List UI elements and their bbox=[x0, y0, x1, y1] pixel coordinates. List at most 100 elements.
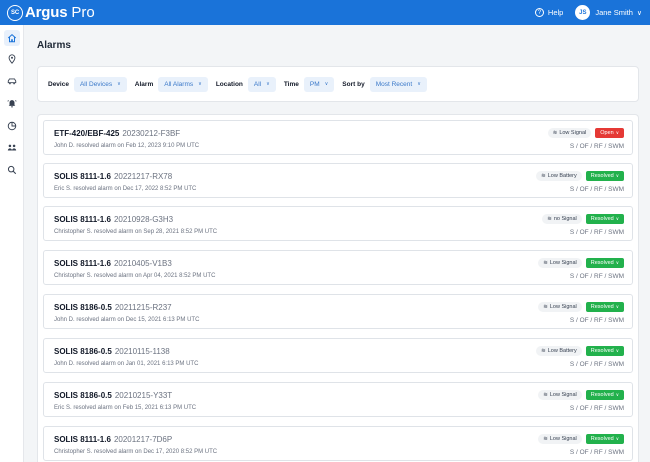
nav-alarms[interactable] bbox=[4, 95, 20, 111]
status-dropdown[interactable]: Open ∨ bbox=[595, 128, 624, 138]
alarm-card[interactable]: SOLIS 8186-0.5 20210215-Y33T Eric S. reso… bbox=[43, 382, 633, 417]
status-dropdown[interactable]: Resolved ∨ bbox=[585, 214, 624, 224]
device-filter-value: All Devices bbox=[79, 80, 113, 88]
brand-logo[interactable]: SC Argus Pro bbox=[7, 4, 95, 21]
device-filter-select[interactable]: All Devices ∨ bbox=[73, 76, 127, 92]
status-dropdown[interactable]: Resolved ∨ bbox=[585, 302, 624, 312]
nav-home[interactable] bbox=[4, 30, 20, 46]
resolution-text: Eric S. resolved alarm on Dec 17, 2022 8… bbox=[54, 186, 197, 192]
alarm-codes: S / OF / RF / SWM bbox=[569, 143, 624, 150]
nav-analytics[interactable] bbox=[4, 118, 20, 134]
chevron-down-icon: ∨ bbox=[636, 9, 642, 17]
alarm-codes: S / OF / RF / SWM bbox=[569, 186, 624, 193]
signal-label: Low Signal bbox=[549, 392, 577, 398]
device-name: SOLIS 8186-0.5 bbox=[54, 391, 112, 400]
location-filter-value: All bbox=[253, 80, 262, 88]
alarm-id: 20210115-1138 bbox=[114, 347, 170, 356]
nav-vehicles[interactable] bbox=[4, 73, 20, 89]
signal-label: Low Signal bbox=[549, 304, 577, 310]
location-filter-label: Location bbox=[215, 80, 243, 88]
brand-name: Argus bbox=[25, 4, 68, 21]
alarm-card[interactable]: ETF-420/EBF-425 20230212-F3BF John D. res… bbox=[43, 120, 633, 155]
device-name: SOLIS 8111-1.6 bbox=[54, 215, 111, 224]
alarm-id: 20211215-R237 bbox=[114, 303, 172, 312]
status-dropdown[interactable]: Resolved ∨ bbox=[585, 346, 624, 356]
nav-search[interactable] bbox=[4, 162, 20, 178]
nav-users[interactable] bbox=[4, 140, 20, 156]
alarm-card[interactable]: SOLIS 8111-1.6 20221217-RX78 Eric S. reso… bbox=[43, 163, 633, 198]
alarm-title: SOLIS 8111-1.6 20201217-7D6P bbox=[54, 435, 172, 444]
nav-locations[interactable] bbox=[4, 51, 20, 67]
alarm-codes: S / OF / RF / SWM bbox=[569, 229, 624, 236]
location-filter-select[interactable]: All ∨ bbox=[247, 76, 276, 92]
home-icon bbox=[7, 33, 17, 43]
signal-label: Low Signal bbox=[559, 130, 587, 136]
chevron-down-icon: ∨ bbox=[615, 260, 619, 265]
chevron-down-icon: ∨ bbox=[615, 436, 619, 441]
analytics-icon bbox=[7, 121, 17, 131]
resolution-text: Christopher S. resolved alarm on Sep 28,… bbox=[54, 229, 218, 235]
alarm-card[interactable]: SOLIS 8111-1.6 20201217-7D6P Christopher … bbox=[43, 426, 633, 461]
resolution-text: Eric S. resolved alarm on Feb 15, 2021 6… bbox=[54, 405, 197, 411]
alarm-codes: S / OF / RF / SWM bbox=[569, 317, 624, 324]
status-label: Resolved bbox=[590, 392, 614, 398]
wifi-icon: ≋ bbox=[543, 304, 548, 310]
wifi-icon: ≋ bbox=[543, 260, 548, 266]
chevron-down-icon: ∨ bbox=[615, 304, 619, 309]
alarm-card[interactable]: SOLIS 8111-1.6 20210405-V1B3 Christopher … bbox=[43, 250, 633, 285]
alarm-card[interactable]: SOLIS 8186-0.5 20210115-1138 John D. reso… bbox=[43, 338, 633, 373]
brand-seal-icon: SC bbox=[7, 4, 23, 21]
alarm-title: SOLIS 8111-1.6 20210405-V1B3 bbox=[54, 259, 172, 268]
signal-badge: ≋ no Signal bbox=[542, 214, 582, 224]
sort-select[interactable]: Most Recent ∨ bbox=[369, 76, 427, 92]
device-name: SOLIS 8111-1.6 bbox=[54, 435, 111, 444]
status-label: Resolved bbox=[590, 173, 614, 179]
signal-label: Low Battery bbox=[547, 173, 577, 179]
status-dropdown[interactable]: Resolved ∨ bbox=[585, 258, 624, 268]
location-icon bbox=[8, 54, 16, 64]
alarm-id: 20210215-Y33T bbox=[114, 391, 173, 400]
alarm-bell-icon bbox=[7, 100, 17, 108]
device-name: SOLIS 8186-0.5 bbox=[54, 347, 112, 356]
chevron-down-icon: ∨ bbox=[615, 392, 619, 397]
avatar: JS bbox=[575, 5, 591, 20]
status-label: Resolved bbox=[590, 216, 614, 222]
side-nav bbox=[0, 25, 24, 462]
status-dropdown[interactable]: Resolved ∨ bbox=[585, 434, 624, 444]
user-name: Jane Smith bbox=[595, 8, 633, 17]
alarm-filter-select[interactable]: All Alarms ∨ bbox=[158, 76, 208, 92]
alarm-title: SOLIS 8111-1.6 20221217-RX78 bbox=[54, 172, 172, 181]
alarm-filter-label: Alarm bbox=[134, 80, 154, 88]
resolution-text: Christopher S. resolved alarm on Apr 04,… bbox=[54, 273, 216, 279]
status-label: Resolved bbox=[590, 260, 614, 266]
alarm-filter-value: All Alarms bbox=[164, 80, 194, 88]
chevron-down-icon: ∨ bbox=[266, 81, 270, 87]
alarm-badges: ≋ Low Signal Open ∨ bbox=[547, 128, 624, 138]
search-icon bbox=[7, 165, 17, 175]
help-button[interactable]: ? Help bbox=[534, 8, 563, 17]
status-dropdown[interactable]: Resolved ∨ bbox=[585, 390, 624, 400]
alarm-badges: ≋ Low Signal Resolved ∨ bbox=[538, 302, 624, 312]
users-icon bbox=[7, 144, 17, 151]
device-name: SOLIS 8186-0.5 bbox=[54, 303, 112, 312]
device-name: SOLIS 8111-1.6 bbox=[54, 172, 111, 181]
wifi-icon: ≋ bbox=[541, 348, 546, 354]
device-filter-label: Device bbox=[48, 80, 69, 88]
signal-badge: ≋ Low Signal bbox=[538, 258, 582, 268]
user-menu[interactable]: JS Jane Smith ∨ bbox=[575, 5, 642, 20]
chevron-down-icon: ∨ bbox=[615, 216, 619, 221]
page-title: Alarms bbox=[37, 40, 71, 51]
status-dropdown[interactable]: Resolved ∨ bbox=[585, 171, 624, 181]
signal-label: no Signal bbox=[553, 216, 577, 222]
chevron-down-icon: ∨ bbox=[198, 81, 202, 87]
alarm-badges: ≋ Low Battery Resolved ∨ bbox=[536, 346, 624, 356]
alarm-card[interactable]: SOLIS 8186-0.5 20211215-R237 John D. reso… bbox=[43, 294, 633, 329]
filter-bar: Device All Devices ∨ Alarm All Alarms ∨ … bbox=[37, 66, 639, 102]
alarm-card[interactable]: SOLIS 8111-1.6 20210928-G3H3 Christopher … bbox=[43, 206, 633, 241]
vehicle-icon bbox=[7, 78, 17, 85]
time-filter-select[interactable]: PM ∨ bbox=[303, 76, 335, 92]
status-label: Resolved bbox=[590, 436, 614, 442]
alarm-title: SOLIS 8186-0.5 20210115-1138 bbox=[54, 347, 170, 356]
signal-label: Low Signal bbox=[549, 436, 577, 442]
alarm-codes: S / OF / RF / SWM bbox=[569, 273, 624, 280]
